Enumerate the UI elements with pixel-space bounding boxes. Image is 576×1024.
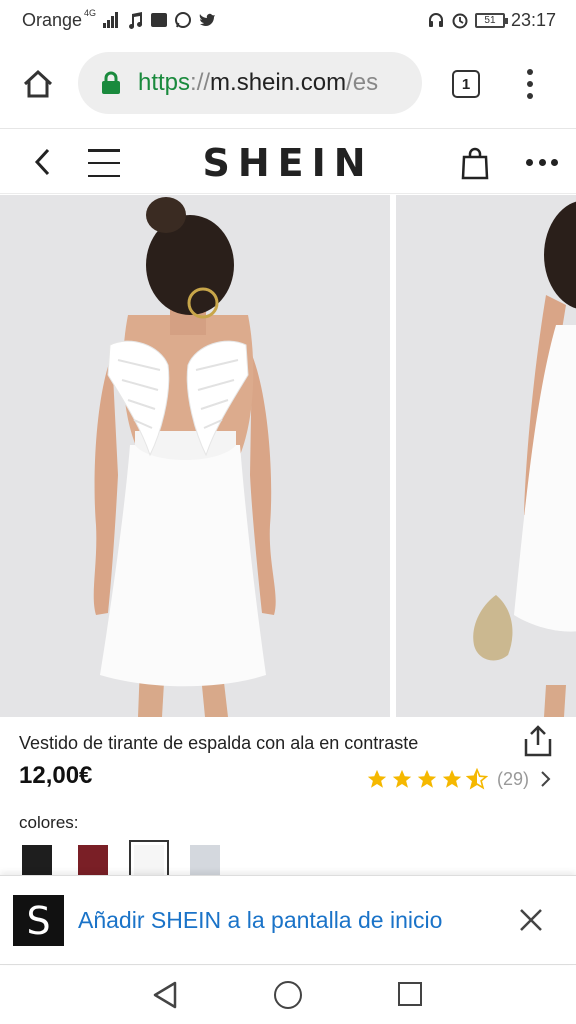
swatch-black[interactable]: [22, 845, 52, 875]
swatch-light-gray[interactable]: [190, 845, 220, 875]
swatch-white[interactable]: [129, 840, 169, 880]
status-bar: Orange 4G 51 23:17: [0, 0, 576, 40]
nav-back-icon[interactable]: [151, 980, 179, 1010]
status-left: Orange 4G: [22, 8, 216, 31]
product-image-gallery[interactable]: [0, 195, 576, 717]
product-photo-back[interactable]: [0, 195, 390, 717]
model-front-illustration: [396, 195, 576, 717]
browser-toolbar: https://m.shein.com/es 1: [0, 40, 576, 128]
rating-summary[interactable]: (29): [366, 768, 553, 790]
back-icon[interactable]: [28, 145, 58, 179]
close-icon[interactable]: [518, 907, 544, 933]
shein-app-icon: S: [13, 895, 64, 946]
browser-menu-button[interactable]: [520, 66, 540, 102]
share-icon[interactable]: [520, 723, 556, 759]
add-to-home-screen-link[interactable]: Añadir SHEIN a la pantalla de inicio: [78, 907, 442, 934]
url-separator: ://: [190, 69, 211, 96]
facebook-icon: [150, 11, 168, 29]
site-logo[interactable]: SHEIN: [200, 141, 376, 185]
star-full-icon: [367, 769, 387, 788]
colors-label: colores:: [19, 813, 79, 832]
star-full-icon: [392, 769, 412, 788]
star-full-icon: [417, 769, 437, 788]
signal-icon: [103, 12, 119, 28]
tab-switcher-button[interactable]: 1: [452, 70, 480, 98]
url-path: /es: [346, 69, 379, 96]
site-header: SHEIN: [0, 128, 576, 194]
home-button[interactable]: [0, 40, 76, 128]
clock: 23:17: [510, 9, 556, 30]
twitter-icon: [199, 13, 216, 27]
star-half-icon: [466, 768, 488, 790]
status-right: 51 23:17: [427, 10, 556, 31]
address-bar[interactable]: https://m.shein.com/es: [78, 52, 422, 114]
home-icon: [23, 69, 53, 98]
swatch-burgundy[interactable]: [78, 845, 108, 875]
alarm-icon: [452, 13, 468, 29]
color-swatches: [22, 840, 220, 880]
more-options-icon[interactable]: [526, 159, 558, 167]
system-navigation-bar: [0, 966, 576, 1024]
product-title: Vestido de tirante de espalda con ala en…: [19, 733, 419, 753]
url-scheme: https: [138, 69, 191, 96]
nav-home-icon[interactable]: [274, 981, 302, 1009]
whatsapp-icon: [175, 12, 192, 28]
battery-icon: 51: [474, 12, 508, 28]
lock-icon: [102, 71, 120, 94]
chevron-right-icon: [541, 771, 551, 787]
network-type: 4G: [84, 8, 97, 18]
carrier-name: Orange: [22, 9, 83, 30]
star-full-icon: [442, 769, 462, 788]
add-to-home-screen-banner[interactable]: S Añadir SHEIN a la pantalla de inicio: [0, 875, 576, 965]
model-back-illustration: [0, 195, 390, 717]
product-photo-front[interactable]: [396, 195, 576, 717]
product-price: 12,00€: [19, 762, 93, 789]
headset-icon: [428, 13, 443, 27]
shopping-bag-icon[interactable]: [460, 146, 490, 180]
nav-recents-icon[interactable]: [398, 982, 422, 1006]
music-icon: [129, 12, 143, 29]
url-host: m.shein.com: [210, 69, 347, 96]
menu-hamburger-icon[interactable]: [88, 149, 120, 177]
review-count: (29): [497, 768, 530, 789]
